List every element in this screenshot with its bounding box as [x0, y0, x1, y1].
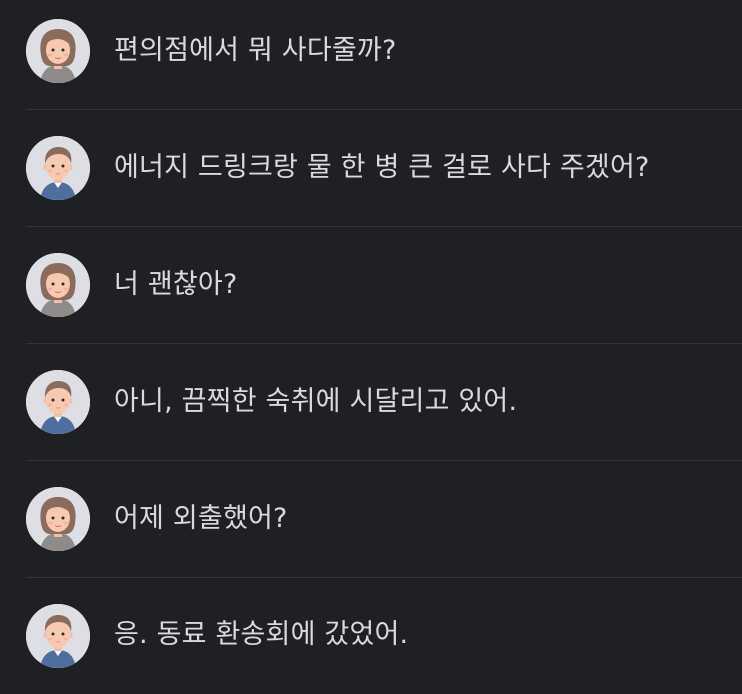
female-avatar	[26, 487, 90, 551]
male-avatar-icon	[26, 603, 90, 668]
message-row: 어제 외출했어?	[26, 461, 742, 578]
message-row: 너 괜찮아?	[26, 227, 742, 344]
male-avatar-icon	[26, 370, 90, 434]
female-avatar-icon	[26, 253, 90, 317]
message-text: 편의점에서 뭐 사다줄까?	[114, 34, 397, 66]
chat-transcript: 편의점에서 뭐 사다줄까? 에너지 드링크랑 물 한 병 큰 걸로 사다 주겠어…	[0, 0, 742, 691]
message-text: 응. 동료 환송회에 갔었어.	[114, 619, 409, 651]
message-text: 에너지 드링크랑 물 한 병 큰 걸로 사다 주겠어?	[114, 151, 650, 183]
female-avatar-icon	[26, 19, 90, 83]
message-text: 아니, 끔찍한 숙취에 시달리고 있어.	[114, 385, 518, 417]
female-avatar	[26, 253, 90, 317]
male-avatar	[26, 603, 90, 668]
message-text: 너 괜찮아?	[114, 268, 238, 300]
message-row: 응. 동료 환송회에 갔었어.	[26, 577, 742, 694]
female-avatar	[26, 19, 90, 83]
male-avatar	[26, 370, 90, 434]
message-row: 아니, 끔찍한 숙취에 시달리고 있어.	[26, 344, 742, 461]
message-row: 에너지 드링크랑 물 한 병 큰 걸로 사다 주겠어?	[26, 110, 742, 227]
message-text: 어제 외출했어?	[114, 502, 288, 534]
male-avatar	[26, 136, 90, 200]
message-row: 편의점에서 뭐 사다줄까?	[26, 0, 742, 110]
male-avatar-icon	[26, 136, 90, 200]
female-avatar-icon	[26, 487, 90, 551]
